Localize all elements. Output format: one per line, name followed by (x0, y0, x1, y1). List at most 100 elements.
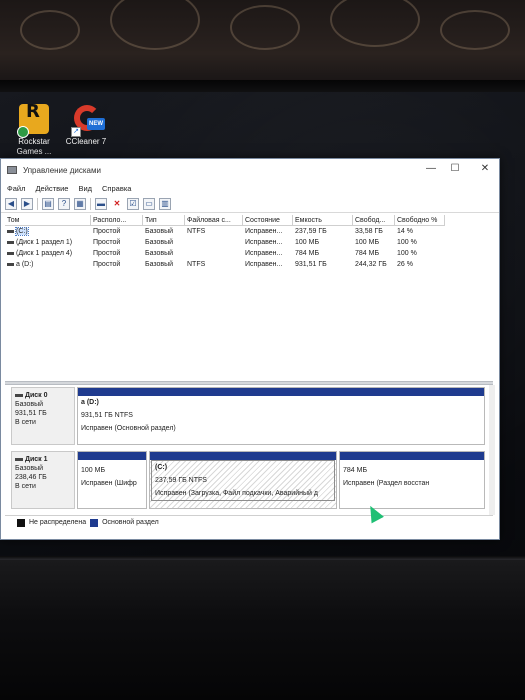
menu-bar: Файл Действие Вид Справка (1, 181, 499, 195)
column-header-volume[interactable]: Том (5, 215, 91, 226)
ccleaner-icon: NEW ↗ (71, 104, 105, 137)
back-arrow-icon[interactable]: ◀ (5, 197, 17, 210)
volume-name-cell: (C:) (5, 226, 91, 237)
partition-d[interactable]: a (D:) 931,51 ГБ NTFS Исправен (Основной… (77, 387, 485, 445)
partition-size: 100 МБ (81, 467, 106, 474)
partition-size: 931,51 ГБ NTFS (81, 412, 133, 419)
layout-cell: Простой (93, 261, 121, 268)
partition-efi[interactable]: 100 МБ Исправен (Шифр (77, 451, 147, 509)
shortcut-arrow-icon: ↗ (71, 127, 81, 137)
free-percent-cell: 26 % (397, 261, 413, 268)
type-cell: Базовый (145, 228, 174, 235)
column-header-filesystem[interactable]: Файловая с... (185, 215, 243, 226)
menu-view[interactable]: Вид (78, 184, 92, 193)
desktop-icon-label: Rockstar (18, 137, 50, 146)
folder-icon[interactable]: ▭ (143, 197, 155, 210)
free-percent-cell: 100 % (397, 239, 417, 246)
filesystem-cell: NTFS (187, 228, 206, 235)
disk-size: 238,46 ГБ (15, 474, 47, 481)
menu-help[interactable]: Справка (102, 184, 131, 193)
column-header-status[interactable]: Состояние (243, 215, 293, 226)
disk-kind: Базовый (15, 465, 44, 472)
partition-recovery[interactable]: 784 МБ Исправен (Раздел восстан (339, 451, 485, 509)
free-space-cell: 100 МБ (355, 239, 380, 246)
table-row[interactable]: a (D:) Простой Базовый NTFS Исправен... … (5, 259, 493, 270)
connect-icon[interactable]: ▬ (95, 197, 107, 210)
desktop-icon-ccleaner[interactable]: NEW ↗ CCleaner 7 (60, 104, 112, 147)
partition-c[interactable]: (C:) 237,59 ГБ NTFS Исправен (Загрузка, … (149, 451, 337, 509)
volume-name-cell: (Диск 1 раздел 1) (5, 237, 91, 248)
desktop-icon-label: Games ... (16, 147, 52, 156)
pane-splitter[interactable] (5, 381, 493, 385)
disk-0-row: Диск 0 Базовый 931,51 ГБ В сети a (D:) 9… (11, 387, 485, 445)
primary-partition-stripe (78, 452, 146, 460)
rockstar-games-icon: R (17, 103, 49, 138)
desk-surface (0, 560, 525, 700)
table-row[interactable]: (C:) Простой Базовый NTFS Исправен... 23… (5, 226, 493, 237)
desktop-icon-label: CCleaner 7 (65, 137, 107, 146)
partition-state: Исправен (Раздел восстан (343, 480, 430, 487)
selected-partition-frame: (C:) 237,59 ГБ NTFS Исправен (Загрузка, … (151, 460, 335, 501)
legend: Не распределена Основной раздел (5, 515, 493, 529)
column-header-free-percent[interactable]: Свободно % (395, 215, 445, 226)
column-header-free-space[interactable]: Свобод... (353, 215, 395, 226)
properties-icon[interactable]: ▦ (74, 197, 86, 210)
close-button[interactable]: ✕ (473, 161, 497, 177)
column-header-layout[interactable]: Располо... (91, 215, 143, 226)
partition-size: 237,59 ГБ NTFS (155, 477, 207, 484)
table-row[interactable]: (Диск 1 раздел 4) Простой Базовый Исправ… (5, 248, 493, 259)
legend-primary: Основной раздел (102, 519, 159, 526)
console-tree-icon[interactable]: ▤ (42, 197, 54, 210)
free-space-cell: 784 МБ (355, 250, 380, 257)
table-row[interactable]: (Диск 1 раздел 1) Простой Базовый Исправ… (5, 237, 493, 248)
title-bar[interactable]: Управление дисками — ☐ ✕ (1, 159, 499, 181)
disk-status: В сети (15, 483, 36, 490)
primary-partition-stripe (340, 452, 484, 460)
list-icon[interactable]: ▥ (159, 197, 171, 210)
free-percent-cell: 14 % (397, 228, 413, 235)
free-space-cell: 244,32 ГБ (355, 261, 387, 268)
disk-icon (15, 457, 23, 461)
capacity-cell: 237,59 ГБ (295, 228, 327, 235)
column-header-type[interactable]: Тип (143, 215, 185, 226)
free-space-cell: 33,58 ГБ (355, 228, 383, 235)
filesystem-cell (185, 237, 243, 248)
check-icon[interactable]: ☑ (127, 197, 139, 210)
disk-icon (15, 393, 23, 397)
desktop-icon-rockstar[interactable]: R Rockstar Games ... (8, 103, 60, 157)
help-icon[interactable]: ? (58, 197, 70, 210)
disk-status: В сети (15, 419, 36, 426)
delete-icon[interactable]: ✕ (111, 198, 123, 210)
layout-cell: Простой (93, 239, 121, 246)
toolbar-separator (90, 197, 91, 210)
status-cell: Исправен... (245, 261, 283, 268)
volume-list-header: Том Располо... Тип Файловая с... Состоян… (5, 215, 493, 226)
legend-unallocated: Не распределена (29, 519, 87, 526)
disk-map-scrollbar[interactable] (489, 385, 495, 515)
toolbar-separator (37, 197, 38, 210)
forward-arrow-icon[interactable]: ▶ (21, 197, 33, 210)
disk-1-row: Диск 1 Базовый 238,46 ГБ В сети 100 МБ И… (11, 451, 485, 509)
partition-state: Исправен (Шифр (81, 480, 137, 487)
volume-rows: (C:) Простой Базовый NTFS Исправен... 23… (5, 226, 493, 270)
volume-icon (7, 240, 14, 244)
status-cell: Исправен... (245, 228, 283, 235)
volume-icon (7, 251, 14, 255)
type-cell: Базовый (145, 250, 174, 257)
disk-management-window: Управление дисками — ☐ ✕ Файл Действие В… (0, 158, 500, 540)
disk-0-label[interactable]: Диск 0 Базовый 931,51 ГБ В сети (11, 387, 75, 445)
primary-partition-swatch (90, 518, 99, 527)
layout-cell: Простой (93, 250, 121, 257)
type-cell: Базовый (145, 239, 174, 246)
maximize-button[interactable]: ☐ (443, 161, 467, 177)
menu-file[interactable]: Файл (7, 184, 25, 193)
column-header-capacity[interactable]: Емкость (293, 215, 353, 226)
filesystem-cell: NTFS (187, 261, 206, 268)
primary-partition-stripe (78, 388, 484, 396)
minimize-button[interactable]: — (419, 161, 443, 177)
disk-name: Диск 1 (25, 456, 48, 463)
toolbar: ◀ ▶ ▤ ? ▦ ▬ ✕ ☑ ▭ ▥ (1, 195, 499, 213)
menu-action[interactable]: Действие (35, 184, 68, 193)
disk-1-label[interactable]: Диск 1 Базовый 238,46 ГБ В сети (11, 451, 75, 509)
filesystem-cell (185, 248, 243, 259)
